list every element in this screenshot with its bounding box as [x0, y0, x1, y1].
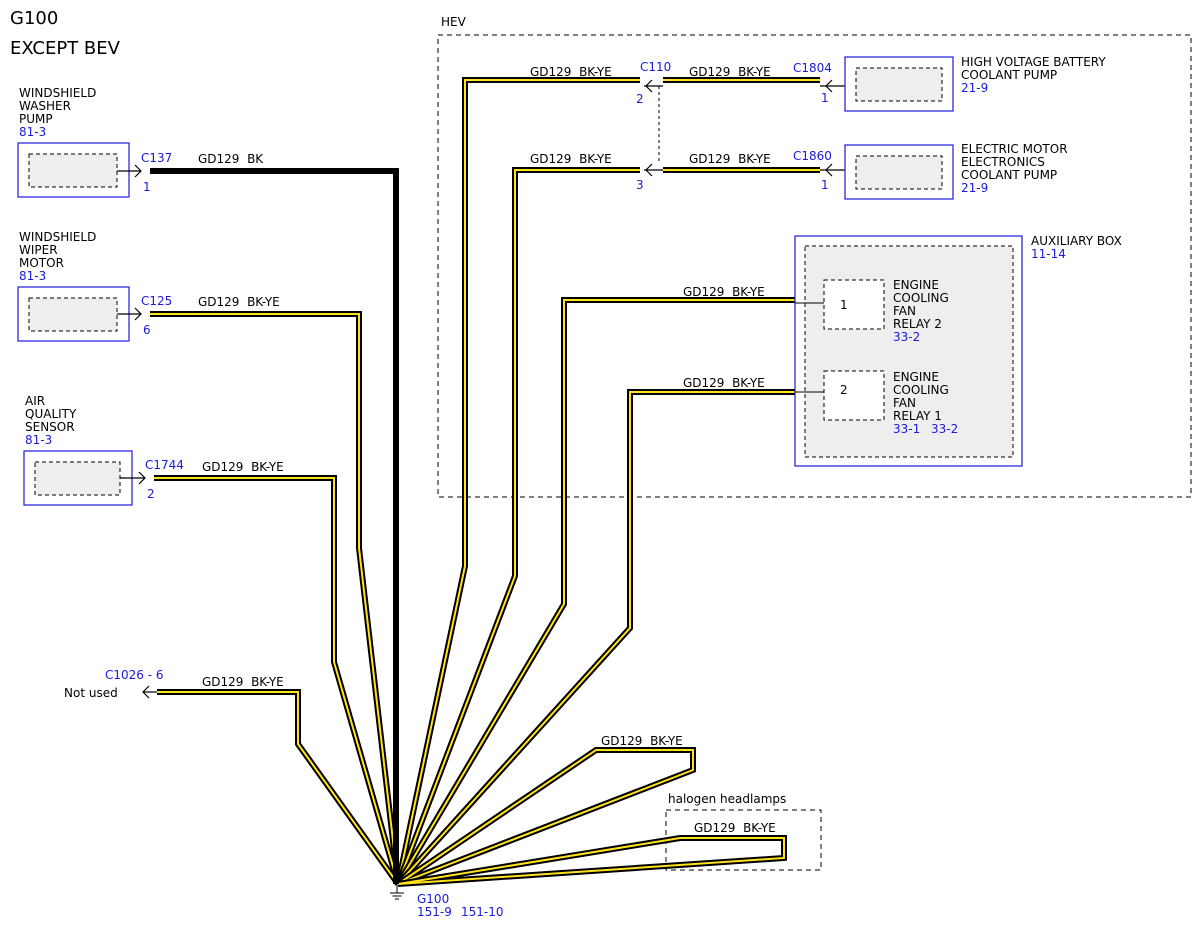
wire-c110-pin2 — [395, 77, 640, 885]
aux-ref[interactable]: 11-14 — [1031, 247, 1066, 261]
aqs-inner — [34, 461, 121, 496]
c110-pin3: 3 — [636, 178, 644, 192]
relay1-ref-1[interactable]: 33-1 — [893, 422, 920, 436]
c1804-pin: 1 — [821, 91, 829, 105]
relay2-label-4: RELAY 2 — [893, 317, 942, 331]
diagram-title: G100 — [10, 8, 58, 29]
connector-c1026: C1026 - 6 Not used — [64, 668, 164, 700]
relay1-label-1: ENGINE — [893, 370, 939, 384]
washer-label-1: WINDSHIELD — [19, 86, 96, 100]
relay1-pin: 2 — [840, 383, 848, 397]
wire-label-hvb: GD129 BK-YE — [689, 65, 771, 79]
c1744-label[interactable]: C1744 — [145, 458, 184, 472]
c1860-pin: 1 — [821, 178, 829, 192]
halogen-zone-label: halogen headlamps — [668, 792, 786, 806]
wire-label-c1026: GD129 BK-YE — [202, 675, 284, 689]
wire-label-c110-pin3: GD129 BK-YE — [530, 152, 612, 166]
c1026-label[interactable]: C1026 - 6 — [105, 668, 164, 682]
relay2-label-3: FAN — [893, 304, 916, 318]
c125-pin: 6 — [143, 323, 151, 337]
wiper-label-1: WINDSHIELD — [19, 230, 96, 244]
aqs-label-1: AIR — [25, 394, 45, 408]
relay1-box — [823, 370, 885, 421]
emec-label-2: ELECTRONICS — [961, 155, 1045, 169]
hvb-label-2: COOLANT PUMP — [961, 68, 1057, 82]
hv-battery-coolant-pump: HIGH VOLTAGE BATTERY COOLANT PUMP 21-9 — [844, 55, 1106, 112]
ground-g100: G100 151-9 151-10 — [390, 884, 504, 919]
wire-bundle — [150, 77, 820, 887]
c110-pin2: 2 — [636, 92, 644, 106]
relay1-label-3: FAN — [893, 396, 916, 410]
wire-label-wiper: GD129 BK-YE — [198, 295, 280, 309]
emec-inner — [855, 155, 943, 190]
relay1-label-2: COOLING — [893, 383, 949, 397]
emec-ref[interactable]: 21-9 — [961, 181, 988, 195]
relay2-label-2: COOLING — [893, 291, 949, 305]
c1744-pin: 2 — [147, 487, 155, 501]
washer-label-3: PUMP — [19, 112, 53, 126]
c1804-label[interactable]: C1804 — [793, 61, 832, 75]
hvb-inner — [855, 67, 943, 102]
wire-label-c110-pin2: GD129 BK-YE — [530, 65, 612, 79]
aux-label: AUXILIARY BOX — [1031, 234, 1122, 248]
c1860-label[interactable]: C1860 — [793, 149, 832, 163]
c137-pin: 1 — [143, 180, 151, 194]
c110-label[interactable]: C110 — [640, 60, 671, 74]
wire-label-emec: GD129 BK-YE — [689, 152, 771, 166]
relay2-ref[interactable]: 33-2 — [893, 330, 920, 344]
wire-label-washer: GD129 BK — [198, 152, 264, 166]
emec-label-1: ELECTRIC MOTOR — [961, 142, 1068, 156]
wire-wiper — [150, 311, 401, 885]
c125-label[interactable]: C125 — [141, 294, 172, 308]
emec-label-3: COOLANT PUMP — [961, 168, 1057, 182]
hev-zone-label: HEV — [441, 15, 467, 29]
wire-label-relay1: GD129 BK-YE — [683, 376, 765, 390]
g100-ref-2[interactable]: 151-10 — [461, 905, 504, 919]
windshield-washer-pump: WINDSHIELD WASHER PUMP 81-3 — [17, 86, 130, 198]
electric-motor-electronics-coolant-pump: ELECTRIC MOTOR ELECTRONICS COOLANT PUMP … — [844, 142, 1068, 200]
relay1-label-4: RELAY 1 — [893, 409, 942, 423]
air-quality-sensor: AIR QUALITY SENSOR 81-3 — [23, 394, 133, 506]
hvb-label-1: HIGH VOLTAGE BATTERY — [961, 55, 1106, 69]
wiper-inner — [28, 297, 118, 332]
hvb-ref[interactable]: 21-9 — [961, 81, 988, 95]
g100-label[interactable]: G100 — [417, 892, 449, 906]
relay2-pin: 1 — [840, 298, 848, 312]
relay2-label-1: ENGINE — [893, 278, 939, 292]
aqs-label-3: SENSOR — [25, 420, 75, 434]
wire-label-halogen: GD129 BK-YE — [694, 821, 776, 835]
washer-inner — [28, 153, 118, 188]
aqs-label-2: QUALITY — [25, 407, 77, 421]
relay1-ref-2[interactable]: 33-2 — [931, 422, 958, 436]
wire-c110-pin3 — [395, 167, 640, 886]
aqs-ref[interactable]: 81-3 — [25, 433, 52, 447]
diagram-subtitle: EXCEPT BEV — [10, 38, 121, 59]
c1026-note: Not used — [64, 686, 118, 700]
wiper-label-2: WIPER — [19, 243, 58, 257]
washer-ref[interactable]: 81-3 — [19, 125, 46, 139]
wiper-label-3: MOTOR — [19, 256, 64, 270]
wiring-diagram: G100 EXCEPT BEV HEV halogen headlamps WI… — [10, 8, 1192, 919]
wire-label-relay2: GD129 BK-YE — [683, 285, 765, 299]
relay2-box — [823, 279, 885, 330]
c137-label[interactable]: C137 — [141, 151, 172, 165]
wire-label-aqs: GD129 BK-YE — [202, 460, 284, 474]
washer-label-2: WASHER — [19, 99, 71, 113]
g100-ref-1[interactable]: 151-9 — [417, 905, 452, 919]
auxiliary-box: AUXILIARY BOX 11-14 1 ENGINE COOLING FAN… — [794, 234, 1122, 467]
wire-c1026 — [157, 689, 401, 886]
windshield-wiper-motor: WINDSHIELD WIPER MOTOR 81-3 — [17, 230, 130, 342]
wire-label-loop: GD129 BK-YE — [601, 734, 683, 748]
wiper-ref[interactable]: 81-3 — [19, 269, 46, 283]
